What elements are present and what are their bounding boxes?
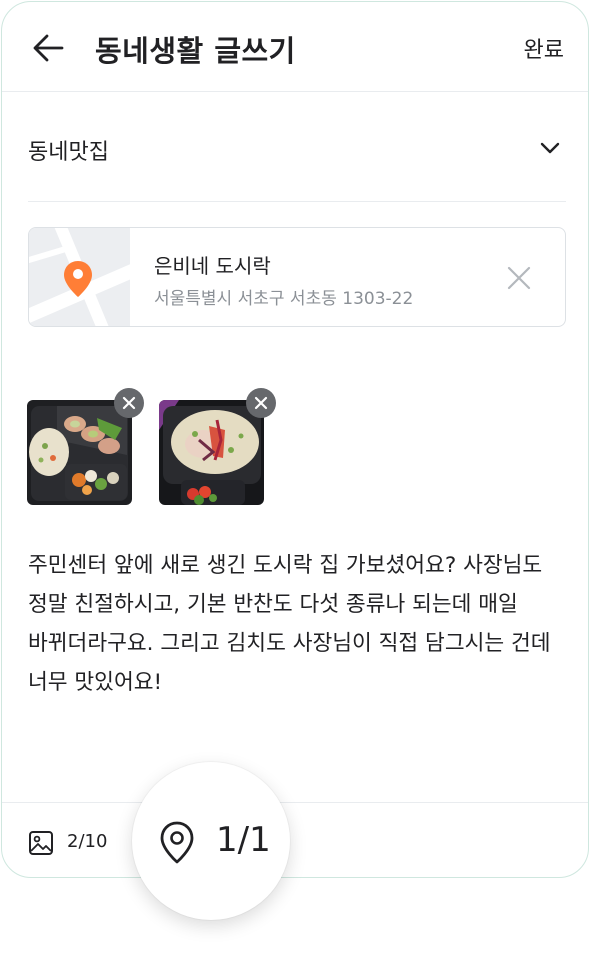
post-body-text[interactable]: 주민센터 앞에 새로 생긴 도시락 집 가보셨어요? 사장님도 정말 친절하시고… [28,546,573,702]
arrow-left-icon [33,34,64,62]
category-label: 동네맛집 [28,140,109,165]
photo-thumbnail-2[interactable] [159,388,276,505]
page-title: 동네생활 글쓰기 [95,34,296,68]
map-pin-icon [160,821,194,864]
image-icon [29,831,53,855]
back-button[interactable] [30,30,66,66]
location-count: 1/1 [216,820,271,860]
remove-photo-button[interactable] [246,388,276,418]
remove-photo-button[interactable] [114,388,144,418]
bottom-toolbar: 2/10 [2,802,588,877]
photo-thumbnail-1[interactable] [27,388,144,505]
location-card[interactable]: 은비네 도시락 서울특별시 서초구 서초동 1303-22 [28,227,566,327]
done-button[interactable]: 완료 [524,32,564,64]
close-icon [254,396,268,410]
phone-frame: 동네생활 글쓰기 완료 동네맛집 은비네 도시락 서울특별시 서초구 서초동 1… [1,1,589,878]
close-icon [122,396,136,410]
map-thumbnail [29,228,130,326]
photo-count: 2/10 [67,831,108,852]
category-select[interactable]: 동네맛집 [28,94,566,202]
place-name: 은비네 도시락 [154,254,271,278]
header: 동네생활 글쓰기 완료 [2,2,588,92]
chevron-down-icon [540,142,560,154]
location-count-button[interactable]: 1/1 [132,762,290,920]
map-pin-icon [64,261,92,297]
place-address: 서울특별시 서초구 서초동 1303-22 [154,289,414,309]
close-icon[interactable] [505,264,533,292]
